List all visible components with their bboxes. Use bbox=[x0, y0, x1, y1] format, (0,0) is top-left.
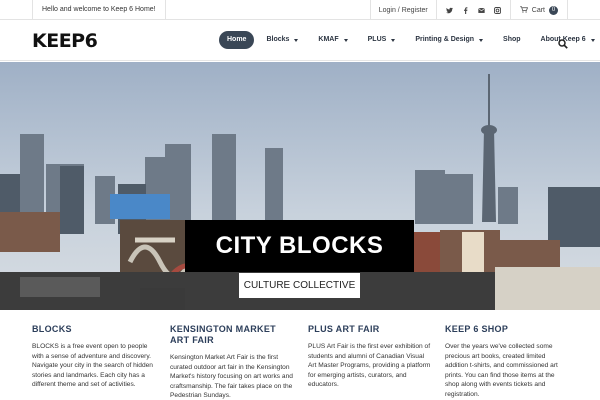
nav-item-shop[interactable]: Shop bbox=[493, 31, 531, 49]
cart-icon bbox=[519, 5, 528, 15]
hero-subtitle: CULTURE COLLECTIVE bbox=[239, 273, 360, 298]
nav-label: Blocks bbox=[266, 36, 290, 43]
nav-item-plus[interactable]: PLUS bbox=[358, 31, 406, 49]
nav-item-printing-design[interactable]: Printing & Design bbox=[405, 31, 493, 49]
feature-column-blocks: BLOCKS BLOCKS is a free event open to pe… bbox=[32, 324, 156, 390]
welcome-message: Hello and welcome to Keep 6 Home! bbox=[32, 0, 166, 20]
nav-item-blocks[interactable]: Blocks bbox=[256, 31, 308, 49]
cart-button[interactable]: Cart 0 bbox=[509, 0, 568, 20]
search-icon[interactable] bbox=[558, 36, 568, 49]
nav-label: Shop bbox=[503, 36, 521, 43]
cart-label: Cart bbox=[531, 6, 545, 14]
facebook-icon[interactable] bbox=[462, 6, 469, 14]
chevron-down-icon bbox=[343, 38, 348, 42]
social-links bbox=[435, 0, 510, 20]
site-header: KEEP6 Home Blocks KMAF PLUS Printing & D… bbox=[0, 21, 600, 61]
feature-column-kmaf: KENSINGTON MARKET ART FAIR Kensington Ma… bbox=[170, 324, 294, 400]
nav-item-kmaf[interactable]: KMAF bbox=[308, 31, 357, 49]
top-bar: Hello and welcome to Keep 6 Home! Login … bbox=[0, 0, 600, 20]
hero-title: CITY BLOCKS bbox=[185, 220, 414, 272]
column-text: BLOCKS is a free event open to people wi… bbox=[32, 343, 153, 389]
top-bar-right: Login / Register Cart 0 bbox=[369, 0, 568, 20]
feature-column-plus: PLUS ART FAIR PLUS Art Fair is the first… bbox=[308, 324, 432, 390]
twitter-icon[interactable] bbox=[445, 7, 453, 14]
main-nav: Home Blocks KMAF PLUS Printing & Design … bbox=[219, 31, 600, 49]
email-icon[interactable] bbox=[477, 7, 485, 14]
column-title[interactable]: PLUS ART FAIR bbox=[308, 324, 432, 335]
feature-column-shop: KEEP 6 SHOP Over the years we've collect… bbox=[445, 324, 569, 400]
feature-columns: BLOCKS BLOCKS is a free event open to pe… bbox=[0, 310, 600, 400]
nav-label: PLUS bbox=[367, 36, 387, 43]
login-register-link[interactable]: Login / Register bbox=[369, 0, 436, 20]
column-text: Over the years we've collected some prec… bbox=[445, 343, 558, 398]
site-logo[interactable]: KEEP6 bbox=[32, 31, 98, 51]
column-title[interactable]: KENSINGTON MARKET ART FAIR bbox=[170, 324, 294, 346]
column-text: PLUS Art Fair is the first ever exhibiti… bbox=[308, 343, 431, 389]
column-title[interactable]: KEEP 6 SHOP bbox=[445, 324, 569, 335]
chevron-down-icon bbox=[590, 38, 595, 42]
column-text: Kensington Market Art Fair is the first … bbox=[170, 354, 293, 400]
hero-banner: CITY BLOCKS CULTURE COLLECTIVE bbox=[0, 62, 600, 310]
nav-label: Printing & Design bbox=[415, 36, 475, 43]
chevron-down-icon bbox=[479, 38, 484, 42]
chevron-down-icon bbox=[391, 38, 396, 42]
cart-count-badge: 0 bbox=[549, 5, 558, 15]
chevron-down-icon bbox=[294, 38, 299, 42]
instagram-icon[interactable] bbox=[493, 6, 501, 14]
nav-item-home[interactable]: Home bbox=[219, 31, 255, 49]
nav-label: KMAF bbox=[318, 36, 339, 43]
column-title[interactable]: BLOCKS bbox=[32, 324, 156, 335]
nav-label: Home bbox=[227, 36, 247, 43]
